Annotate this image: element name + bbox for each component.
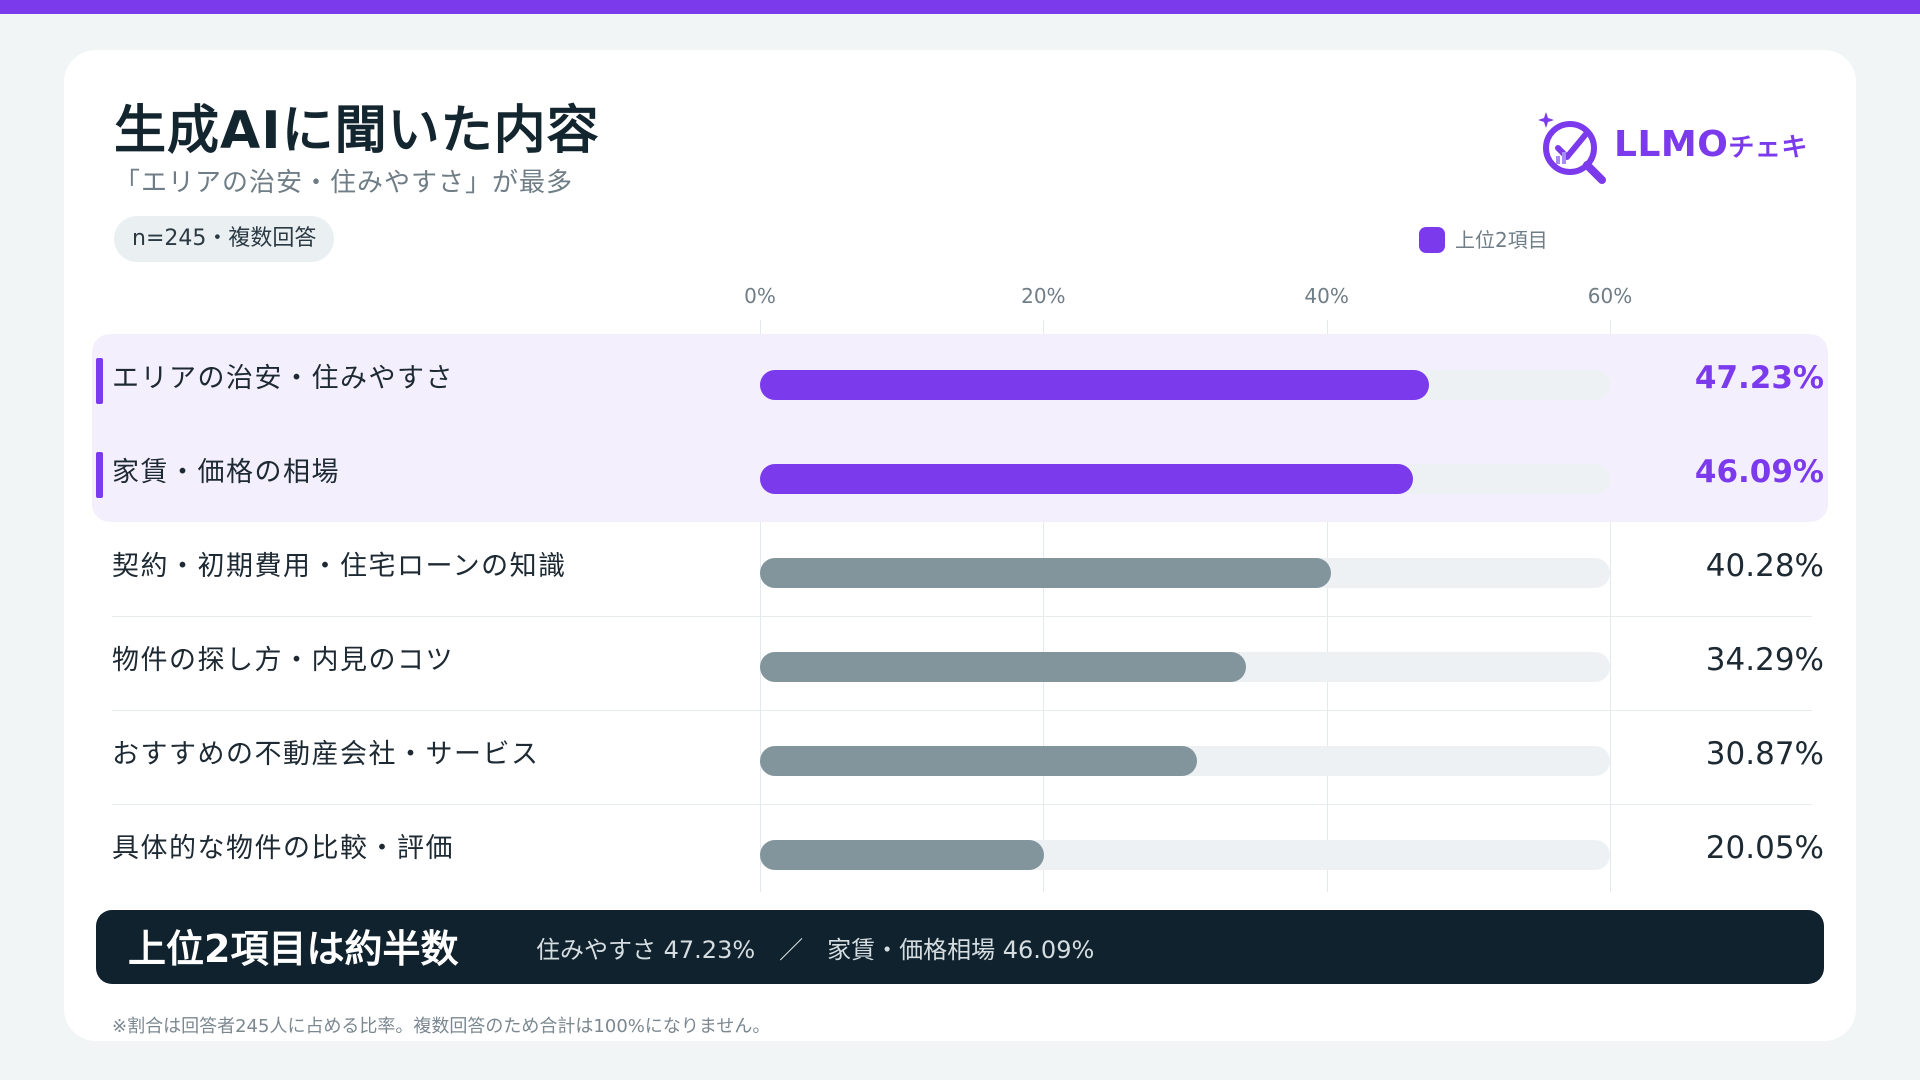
brand-logo: LLMOチェキ xyxy=(1534,106,1807,186)
x-tick-label: 60% xyxy=(1587,284,1633,308)
footnote: ※割合は回答者245人に占める比率。複数回答のため合計は100%になりません。 xyxy=(112,1016,771,1037)
bar xyxy=(760,652,1246,682)
bar-category-label: 具体的な物件の比較・評価 xyxy=(112,833,454,864)
bar-category-label: 家賃・価格の相場 xyxy=(112,457,340,488)
bar-category-label: おすすめの不動産会社・サービス xyxy=(112,739,540,770)
x-tick-label: 20% xyxy=(1021,284,1066,308)
legend-label: 上位2項目 xyxy=(1455,228,1548,252)
row-divider xyxy=(112,616,1812,617)
highlight-accent-mark xyxy=(96,452,103,498)
bar-category-label: 物件の探し方・内見のコツ xyxy=(112,645,454,676)
bar-value-label: 34.29% xyxy=(1705,642,1824,678)
magnifier-check-icon xyxy=(1538,112,1606,184)
row-divider xyxy=(112,804,1812,805)
summary-headline: 上位2項目は約半数 xyxy=(128,927,459,971)
bar xyxy=(760,746,1198,776)
x-tick-label: 0% xyxy=(744,284,776,308)
row-divider xyxy=(112,710,1812,711)
summary-banner: 上位2項目は約半数 住みやすさ 47.23% ／ 家賃・価格相場 46.09% xyxy=(96,910,1824,984)
sample-size-badge: n=245・複数回答 xyxy=(114,216,335,262)
legend-swatch xyxy=(1419,227,1445,253)
top-accent-bar xyxy=(0,0,1920,14)
bar xyxy=(760,840,1045,870)
bar xyxy=(760,558,1331,588)
bar-value-label: 20.05% xyxy=(1705,830,1824,866)
brand-logo-text: LLMOチェキ xyxy=(1614,124,1808,165)
bar-value-label: 46.09% xyxy=(1694,454,1824,490)
bar-category-label: エリアの治安・住みやすさ xyxy=(112,363,454,394)
chart-card: 生成AIに聞いた内容 「エリアの治安・住みやすさ」が最多 n=245・複数回答 … xyxy=(64,50,1856,1041)
bar-value-label: 40.28% xyxy=(1705,548,1824,584)
bar-value-label: 30.87% xyxy=(1705,736,1824,772)
chart-title: 生成AIに聞いた内容 xyxy=(114,101,600,161)
x-tick-label: 40% xyxy=(1304,284,1349,308)
brand-logo-latin: LLMO xyxy=(1614,124,1729,165)
chart-subtitle: 「エリアの治安・住みやすさ」が最多 xyxy=(114,168,574,198)
bar-category-label: 契約・初期費用・住宅ローンの知識 xyxy=(112,551,567,582)
bar xyxy=(760,464,1413,494)
bar xyxy=(760,370,1430,400)
bar-value-label: 47.23% xyxy=(1694,360,1824,396)
brand-logo-kana: チェキ xyxy=(1728,133,1808,163)
summary-detail: 住みやすさ 47.23% ／ 家賃・価格相場 46.09% xyxy=(536,936,1095,964)
highlight-accent-mark xyxy=(96,358,103,404)
